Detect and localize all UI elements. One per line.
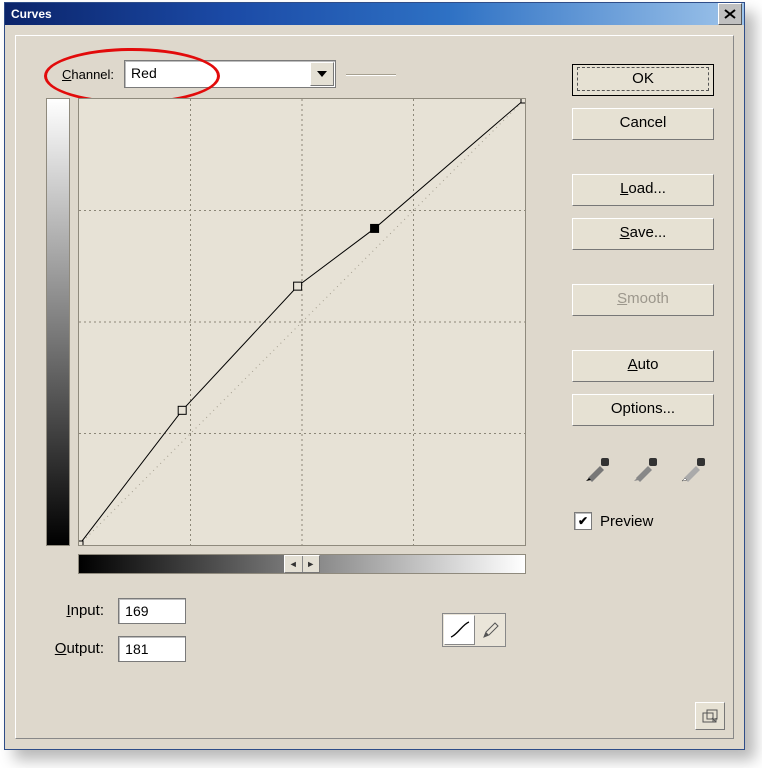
eyedropper-icon <box>630 448 660 484</box>
window-title: Curves <box>11 7 52 21</box>
smooth-button: Smooth <box>572 284 714 316</box>
ok-button[interactable]: OK <box>572 64 714 96</box>
eyedropper-row <box>576 448 714 488</box>
curve-canvas[interactable] <box>79 99 525 545</box>
curve-point-icon <box>449 620 471 640</box>
chevron-down-icon <box>317 71 327 77</box>
channel-select-arrow[interactable] <box>310 62 334 86</box>
close-button[interactable] <box>718 3 742 25</box>
input-gradient-slider[interactable]: ◄ ► <box>78 554 526 574</box>
output-gradient <box>46 98 70 546</box>
curve-mode-pencil[interactable] <box>476 614 505 646</box>
options-button[interactable]: Options... <box>572 394 714 426</box>
curve-mode-toggle <box>442 613 506 647</box>
channel-row: Channel: Red <box>62 60 336 88</box>
dialog-client: Channel: Red ◄ ► <box>15 35 734 739</box>
pencil-icon <box>481 620 501 640</box>
eyedropper-black[interactable] <box>582 448 612 484</box>
load-button[interactable]: Load... <box>572 174 714 206</box>
channel-label: Channel: <box>62 67 114 82</box>
output-label: Output: <box>40 640 104 657</box>
output-field[interactable]: 181 <box>118 636 186 662</box>
input-label: Input: <box>40 602 104 619</box>
eyedropper-white[interactable] <box>678 448 708 484</box>
triangle-left-icon: ◄ <box>285 556 302 572</box>
cancel-button[interactable]: Cancel <box>572 108 714 140</box>
eyedropper-icon <box>678 448 708 484</box>
save-button[interactable]: Save... <box>572 218 714 250</box>
right-button-column: OK Cancel Load... Save... Smooth Auto Op… <box>572 64 714 438</box>
auto-button[interactable]: Auto <box>572 350 714 382</box>
triangle-right-icon: ► <box>303 556 320 572</box>
input-field[interactable]: 169 <box>118 598 186 624</box>
channel-select-value: Red <box>131 65 157 81</box>
separator <box>346 74 396 76</box>
preview-label: Preview <box>600 513 653 530</box>
curve-grid[interactable] <box>78 98 526 546</box>
output-row: Output: 181 <box>40 636 186 662</box>
resize-handle[interactable] <box>695 702 725 730</box>
eyedropper-gray[interactable] <box>630 448 660 484</box>
resize-icon <box>702 709 718 723</box>
eyedropper-icon <box>582 448 612 484</box>
channel-select[interactable]: Red <box>124 60 336 88</box>
input-row: Input: 169 <box>40 598 186 624</box>
curve-mode-point[interactable] <box>444 615 475 645</box>
preview-checkbox[interactable]: ✔ <box>574 512 592 530</box>
curves-dialog: Curves Channel: Red <box>4 2 745 750</box>
preview-row: ✔ Preview <box>574 512 653 530</box>
titlebar[interactable]: Curves <box>5 3 744 25</box>
close-icon <box>724 9 736 19</box>
gradient-flip-buttons[interactable]: ◄ ► <box>284 555 320 573</box>
